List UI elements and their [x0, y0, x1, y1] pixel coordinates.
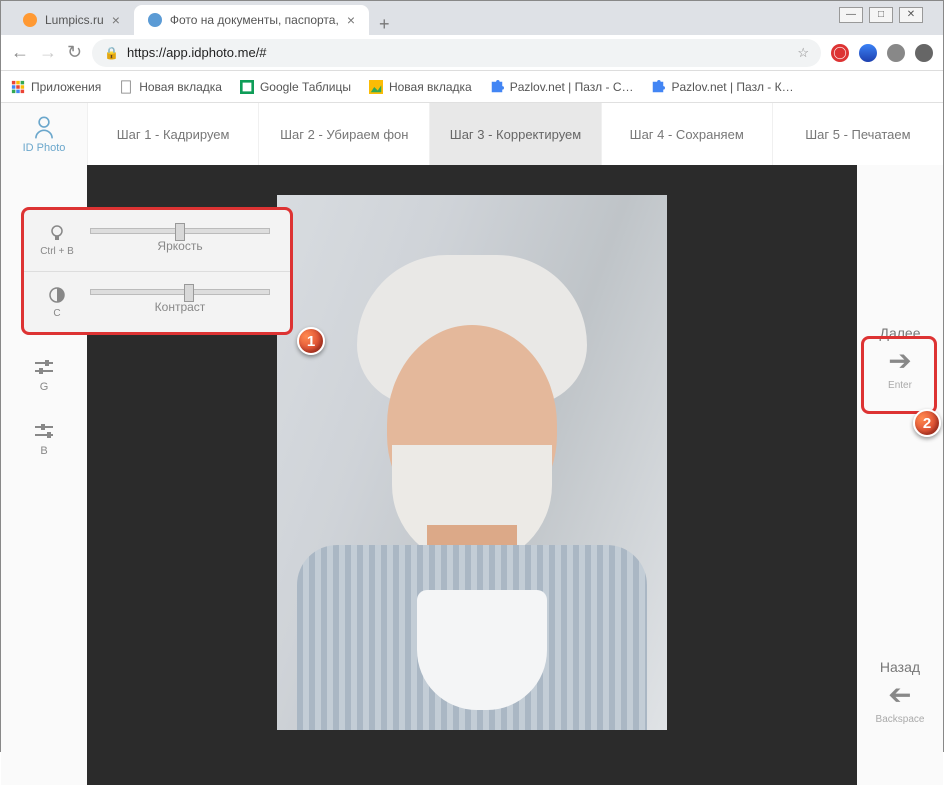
forward-button[interactable]: →	[39, 42, 57, 63]
close-tab-icon[interactable]: ×	[112, 12, 120, 28]
puzzle-icon	[651, 80, 665, 94]
bookmark-label: Новая вкладка	[389, 80, 472, 94]
contrast-tool[interactable]: C	[34, 285, 80, 319]
step-tab-4[interactable]: Шаг 4 - Сохраняем	[601, 103, 772, 165]
logo-label: ID Photo	[23, 142, 66, 154]
tab-title: Фото на документы, паспорта,	[170, 13, 339, 27]
bookmark-item[interactable]: Новая вкладка	[369, 80, 472, 94]
step-tab-5[interactable]: Шаг 5 - Печатаем	[772, 103, 943, 165]
tool-label: G	[40, 381, 49, 393]
step-label: Шаг 2 - Убираем фон	[280, 127, 408, 142]
person-icon	[31, 114, 57, 140]
step-label: Шаг 3 - Корректируем	[450, 127, 581, 142]
arrow-left-icon: ➔	[888, 678, 911, 711]
contrast-icon	[47, 285, 67, 305]
sliders-icon	[33, 423, 55, 441]
apps-shortcut[interactable]: Приложения	[11, 80, 101, 94]
step-label: Шаг 5 - Печатаем	[805, 127, 910, 142]
slider-label: Контраст	[155, 300, 206, 314]
url-text: https://app.idphoto.me/#	[127, 45, 266, 60]
step-tab-1[interactable]: Шаг 1 - Кадрируем	[87, 103, 258, 165]
photo-preview	[277, 195, 667, 730]
extension-icon[interactable]	[859, 44, 877, 62]
slider-track[interactable]	[90, 289, 270, 295]
bookmark-label: Новая вкладка	[139, 80, 222, 94]
document-icon	[119, 80, 133, 94]
bookmark-label: Google Таблицы	[260, 80, 351, 94]
browser-toolbar: ← → ↻ 🔒 https://app.idphoto.me/# ☆	[1, 35, 943, 71]
bookmark-item[interactable]: Новая вкладка	[119, 80, 222, 94]
slider-track[interactable]	[90, 228, 270, 234]
close-window-button[interactable]: ✕	[899, 7, 923, 23]
back-button[interactable]: ←	[11, 42, 29, 63]
lock-icon: 🔒	[104, 46, 119, 60]
bookmark-star-icon[interactable]: ☆	[797, 45, 809, 61]
brightness-tool[interactable]: Ctrl + B	[34, 223, 80, 257]
bookmark-label: Приложения	[31, 80, 101, 94]
bookmark-item[interactable]: Google Таблицы	[240, 80, 351, 94]
bookmark-item[interactable]: Pazlov.net | Пазл - С…	[490, 80, 634, 94]
minimize-button[interactable]: —	[839, 7, 863, 23]
back-step-button[interactable]: Назад ➔ Backspace	[876, 659, 925, 725]
slider-label: Яркость	[157, 239, 202, 253]
contrast-slider[interactable]: Контраст	[80, 289, 280, 314]
right-nav-column: Далее ➔ Enter Назад ➔ Backspace	[857, 165, 943, 785]
favicon-icon	[148, 13, 162, 27]
puzzle-icon	[490, 80, 504, 94]
window-controls: — □ ✕	[839, 7, 923, 23]
bookmark-item[interactable]: Pazlov.net | Пазл - К…	[651, 80, 793, 94]
tool-b[interactable]: B	[33, 423, 55, 457]
bookmarks-bar: Приложения Новая вкладка Google Таблицы …	[1, 71, 943, 103]
picture-icon	[369, 80, 383, 94]
new-tab-button[interactable]: +	[369, 14, 400, 35]
bulb-icon	[47, 223, 67, 243]
address-bar[interactable]: 🔒 https://app.idphoto.me/# ☆	[92, 39, 821, 67]
profile-avatar[interactable]	[887, 44, 905, 62]
extension-icon[interactable]	[831, 44, 849, 62]
callout-highlight-next	[861, 336, 937, 414]
back-label: Назад	[880, 659, 920, 675]
shortcut-label: Ctrl + B	[40, 246, 74, 257]
apps-icon	[11, 80, 25, 94]
bookmark-label: Pazlov.net | Пазл - К…	[671, 80, 793, 94]
contrast-row: C Контраст	[24, 271, 290, 333]
maximize-button[interactable]: □	[869, 7, 893, 23]
browser-tab[interactable]: Lumpics.ru ×	[9, 5, 134, 35]
sliders-icon	[33, 359, 55, 377]
brightness-contrast-panel: Ctrl + B Яркость C Контраст	[21, 207, 293, 335]
browser-tabstrip: Lumpics.ru × Фото на документы, паспорта…	[1, 1, 943, 35]
back-hint: Backspace	[876, 714, 925, 725]
app-logo[interactable]: ID Photo	[1, 103, 87, 165]
step-tab-2[interactable]: Шаг 2 - Убираем фон	[258, 103, 429, 165]
step-label: Шаг 1 - Кадрируем	[117, 127, 230, 142]
tool-label: B	[40, 445, 47, 457]
reload-button[interactable]: ↻	[67, 42, 82, 63]
step-label: Шаг 4 - Сохраняем	[630, 127, 744, 142]
brightness-slider[interactable]: Яркость	[80, 228, 280, 253]
callout-marker-2: 2	[913, 409, 941, 437]
close-tab-icon[interactable]: ×	[347, 12, 355, 28]
callout-marker-1: 1	[297, 327, 325, 355]
browser-tab[interactable]: Фото на документы, паспорта, ×	[134, 5, 369, 35]
tab-title: Lumpics.ru	[45, 13, 104, 27]
slider-thumb[interactable]	[175, 223, 185, 241]
menu-icon[interactable]	[915, 44, 933, 62]
app-steps-nav: ID Photo Шаг 1 - Кадрируем Шаг 2 - Убира…	[1, 103, 943, 165]
slider-thumb[interactable]	[184, 284, 194, 302]
sheets-icon	[240, 80, 254, 94]
bookmark-label: Pazlov.net | Пазл - С…	[510, 80, 634, 94]
step-tab-3[interactable]: Шаг 3 - Корректируем	[429, 103, 600, 165]
brightness-row: Ctrl + B Яркость	[24, 210, 290, 271]
tool-g[interactable]: G	[33, 359, 55, 393]
shortcut-label: C	[53, 308, 60, 319]
favicon-icon	[23, 13, 37, 27]
